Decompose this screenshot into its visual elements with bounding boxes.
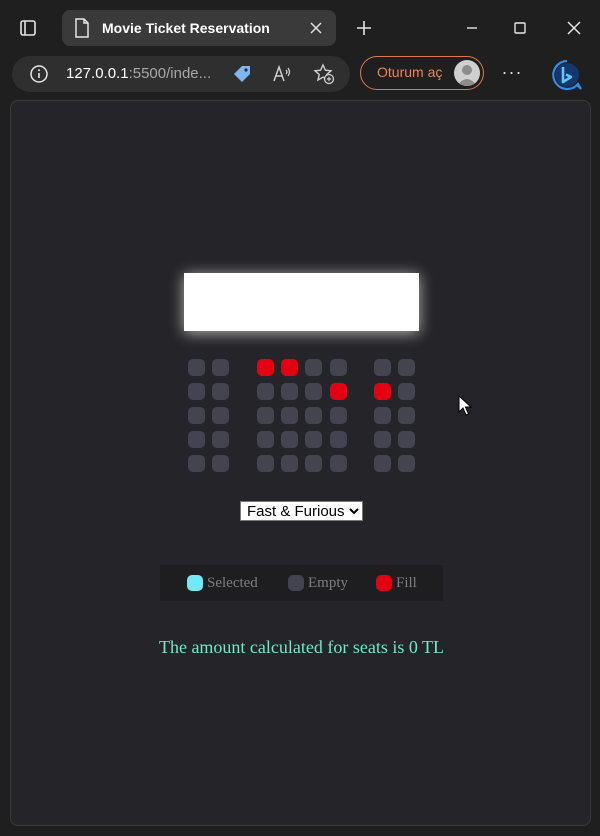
legend-fill-label: Fill: [396, 574, 417, 591]
signin-label: Oturum aç: [377, 64, 443, 80]
seat-empty[interactable]: [305, 455, 322, 472]
seat-empty[interactable]: [257, 407, 274, 424]
close-icon: [310, 22, 322, 34]
window-icon: [20, 20, 36, 36]
mouse-cursor-icon: [458, 395, 472, 416]
maximize-button[interactable]: [502, 10, 538, 46]
legend-empty-label: Empty: [308, 574, 348, 591]
seat-empty[interactable]: [374, 359, 391, 376]
seat-empty[interactable]: [374, 431, 391, 448]
tab-title: Movie Ticket Reservation: [102, 20, 270, 36]
read-aloud-button[interactable]: [270, 62, 294, 86]
seat-fill: [330, 383, 347, 400]
info-icon: [30, 65, 48, 83]
browser-toolbar: 127.0.0.1:5500/inde... Oturum aç ···: [0, 56, 600, 96]
legend-selected: Selected: [187, 565, 258, 601]
plus-icon: [357, 21, 371, 35]
seat-fill: [374, 383, 391, 400]
star-add-icon: [313, 63, 335, 85]
new-tab-button[interactable]: [350, 14, 378, 42]
seat-empty[interactable]: [398, 407, 415, 424]
seat-empty[interactable]: [212, 407, 229, 424]
seat-empty[interactable]: [374, 407, 391, 424]
seat-empty[interactable]: [212, 359, 229, 376]
seat-empty[interactable]: [281, 383, 298, 400]
seat-empty[interactable]: [281, 455, 298, 472]
amount-text: The amount calculated for seats is 0 TL: [158, 637, 445, 657]
seat-empty[interactable]: [257, 455, 274, 472]
close-tab-button[interactable]: [304, 16, 328, 40]
coupon-button[interactable]: [230, 62, 254, 86]
seat-empty[interactable]: [305, 359, 322, 376]
seat-fill: [257, 359, 274, 376]
seat-empty[interactable]: [398, 455, 415, 472]
user-icon: [457, 65, 477, 86]
seat-empty[interactable]: [374, 455, 391, 472]
read-aloud-icon: [273, 64, 291, 82]
seat-empty[interactable]: [212, 455, 229, 472]
seat-empty[interactable]: [188, 407, 205, 424]
seat-empty[interactable]: [330, 359, 347, 376]
more-options-button[interactable]: ···: [500, 62, 524, 86]
favorite-button[interactable]: [312, 62, 336, 86]
active-tab[interactable]: Movie Ticket Reservation: [62, 10, 336, 46]
tag-icon: [234, 66, 250, 82]
legend-fill: Fill: [376, 565, 417, 601]
seat-empty[interactable]: [305, 383, 322, 400]
empty-swatch: [288, 575, 304, 591]
seat-empty[interactable]: [257, 431, 274, 448]
seat-empty[interactable]: [330, 431, 347, 448]
minimize-button[interactable]: [454, 10, 490, 46]
url-text: 127.0.0.1:5500/inde...: [66, 56, 211, 92]
page-viewport: Fast & Furious Selected Empty Fill The a…: [10, 100, 591, 826]
close-icon: [567, 21, 581, 35]
url-path: :5500/inde...: [128, 65, 212, 82]
cinema-screen: [184, 273, 419, 331]
seat-empty[interactable]: [398, 359, 415, 376]
seat-empty[interactable]: [188, 359, 205, 376]
avatar: [454, 60, 480, 86]
signin-button[interactable]: Oturum aç: [360, 56, 484, 90]
seat-empty[interactable]: [188, 431, 205, 448]
seat-empty[interactable]: [212, 431, 229, 448]
browser-tab-bar: Movie Ticket Reservation: [0, 0, 600, 56]
minimize-icon: [467, 27, 477, 29]
seat-empty[interactable]: [281, 431, 298, 448]
seat-empty[interactable]: [188, 383, 205, 400]
seat-legend: Selected Empty Fill: [160, 565, 443, 601]
seat-empty[interactable]: [330, 407, 347, 424]
seat-empty[interactable]: [212, 383, 229, 400]
selected-swatch: [187, 575, 203, 591]
legend-empty: Empty: [288, 565, 348, 601]
close-window-button[interactable]: [556, 10, 592, 46]
seat-empty[interactable]: [257, 383, 274, 400]
bing-copilot-icon: [552, 59, 582, 91]
seat-empty[interactable]: [281, 407, 298, 424]
fill-swatch: [376, 575, 392, 591]
seat-fill: [281, 359, 298, 376]
seat-empty[interactable]: [398, 383, 415, 400]
tab-actions-button[interactable]: [10, 10, 46, 46]
movie-select[interactable]: Fast & Furious: [240, 501, 363, 521]
seat-empty[interactable]: [305, 407, 322, 424]
legend-selected-label: Selected: [207, 574, 258, 591]
maximize-icon: [514, 22, 526, 34]
seat-empty[interactable]: [305, 431, 322, 448]
seat-empty[interactable]: [188, 455, 205, 472]
url-host: 127.0.0.1: [66, 65, 129, 82]
address-bar[interactable]: 127.0.0.1:5500/inde...: [12, 56, 350, 92]
seat-empty[interactable]: [330, 455, 347, 472]
seat-empty[interactable]: [398, 431, 415, 448]
bing-chat-button[interactable]: [550, 58, 584, 92]
page-icon: [75, 18, 89, 38]
